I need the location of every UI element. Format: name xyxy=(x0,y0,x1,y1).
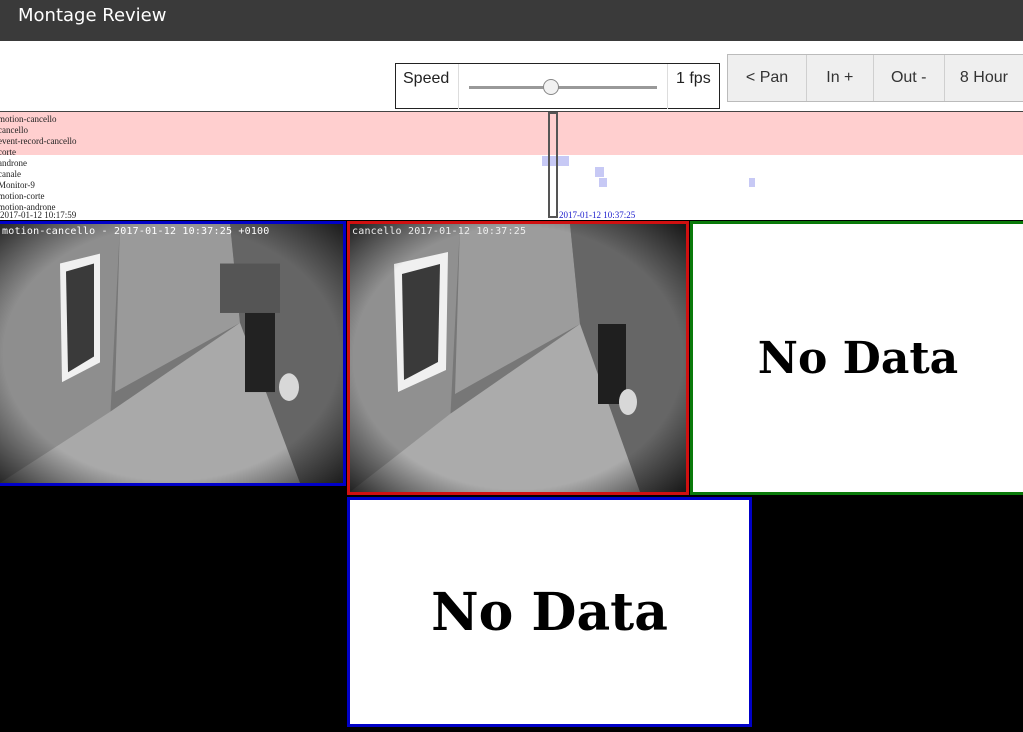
monitor-motion-cancello[interactable]: motion-cancello - 2017-01-12 10:37:25 +0… xyxy=(0,221,346,486)
timeline-monitor-label: motion-cancello xyxy=(0,114,57,124)
timeline-monitor-label: corte xyxy=(0,147,16,157)
monitor-overlay-text: cancello 2017-01-12 10:37:25 xyxy=(352,226,527,237)
speed-control: Speed 1 fps xyxy=(395,63,720,109)
timeline-toolbar: < Pan In + Out - 8 Hour xyxy=(727,54,1023,102)
timeline-event[interactable] xyxy=(749,178,755,187)
timeline-monitor-label: cancello xyxy=(0,125,28,135)
monitor-corte[interactable]: No Data xyxy=(690,221,1023,495)
pan-button[interactable]: < Pan xyxy=(728,55,808,101)
zoom-in-button[interactable]: In + xyxy=(807,55,874,101)
speed-slider-track xyxy=(469,86,657,89)
timeline-monitor-label: event-record-cancello xyxy=(0,136,77,146)
no-data-message: No Data xyxy=(693,224,1023,492)
timeline-event[interactable] xyxy=(595,167,604,177)
timeline-monitor-label: canale xyxy=(0,169,21,179)
speed-slider-thumb[interactable] xyxy=(543,79,559,95)
monitor-cancello[interactable]: cancello 2017-01-12 10:37:25 xyxy=(347,221,689,495)
timeline-start-time: 2017-01-12 10:17:59 xyxy=(0,210,77,220)
camera-frame xyxy=(350,224,686,492)
monitor-overlay-text: motion-cancello - 2017-01-12 10:37:25 +0… xyxy=(2,226,270,237)
timeline-monitor-label: motion-corte xyxy=(0,191,45,201)
speed-label: Speed xyxy=(403,70,450,87)
range-8-hour-button[interactable]: 8 Hour xyxy=(945,55,1023,101)
timeline-cursor[interactable] xyxy=(548,112,558,218)
camera-frame xyxy=(0,224,343,483)
timeline-monitor-label: androne xyxy=(0,158,27,168)
event-timeline[interactable]: motion-cancello cancello event-record-ca… xyxy=(0,111,1023,220)
monitor-androne[interactable]: No Data xyxy=(347,497,752,727)
timeline-event[interactable] xyxy=(599,178,607,187)
timeline-highlight-band xyxy=(0,112,1023,155)
speed-value: 1 fps xyxy=(676,70,711,87)
no-data-message: No Data xyxy=(350,500,749,724)
page-title: Montage Review xyxy=(18,5,167,26)
zoom-out-button[interactable]: Out - xyxy=(874,55,945,101)
timeline-current-time: 2017-01-12 10:37:25 xyxy=(559,210,636,220)
speed-slider[interactable] xyxy=(458,64,668,109)
timeline-monitor-label: Monitor-9 xyxy=(0,180,35,190)
app-header: Montage Review xyxy=(0,0,1023,41)
